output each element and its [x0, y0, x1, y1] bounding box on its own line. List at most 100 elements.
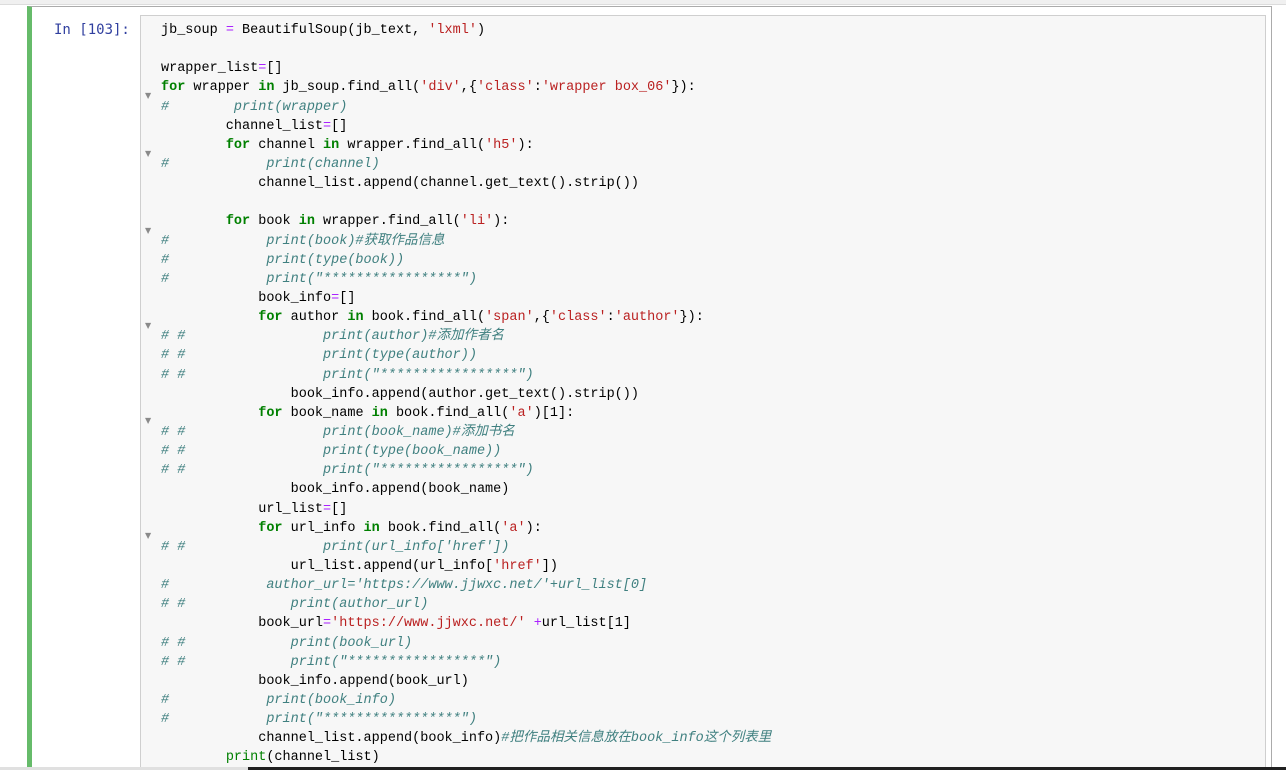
code-token: BeautifulSoup(jb_text, [233, 23, 429, 38]
code-token: = [323, 501, 332, 517]
code-line[interactable] [161, 193, 771, 212]
code-line[interactable]: for book_name in book.find_all('a')[1]: [161, 404, 771, 423]
code-line[interactable]: # # print("*****************") [161, 366, 771, 385]
code-token: url_list[1] [541, 616, 631, 632]
code-cell[interactable]: In [103]: ▼ ▼ ▼ ▼ ▼ ▼ jb_soup = Beautifu… [27, 6, 1272, 770]
code-line[interactable]: for wrapper in jb_soup.find_all('div',{'… [161, 78, 771, 97]
code-line[interactable]: # # print("*****************") [161, 461, 771, 480]
code-token: wrapper.find_all( [339, 137, 486, 153]
code-token: url_list [161, 501, 324, 517]
code-token: for [161, 80, 186, 96]
code-line[interactable]: for channel in wrapper.find_all('h5'): [161, 136, 771, 155]
code-line[interactable]: jb_soup = BeautifulSoup(jb_text, 'lxml') [161, 21, 771, 40]
code-line[interactable]: # # print(book_url) [161, 634, 771, 653]
code-line[interactable]: book_info=[] [161, 289, 771, 308]
code-token: 'author' [614, 310, 680, 326]
code-token: [] [331, 501, 348, 517]
code-token: for [225, 214, 251, 230]
code-line[interactable] [161, 40, 771, 59]
code-line[interactable]: # print(channel) [161, 155, 771, 174]
code-token: 'lxml' [428, 23, 477, 38]
code-token: )[1]: [533, 405, 575, 421]
code-line[interactable]: channel_list=[] [161, 117, 771, 136]
code-line[interactable]: # # print(url_info['href']) [161, 538, 771, 557]
fold-toggle-icon[interactable]: ▼ [145, 226, 151, 235]
code-token: jb_soup [161, 23, 226, 38]
code-token: wrapper [185, 80, 259, 96]
code-line[interactable]: # # print(author)#添加作者名 [161, 327, 771, 346]
code-line[interactable]: channel_list.append(channel.get_text().s… [161, 174, 771, 193]
code-line[interactable]: # # print(type(book_name)) [161, 442, 771, 461]
code-line[interactable]: # # print(book_name)#添加书名 [161, 423, 771, 442]
code-token: # # print(url_info['href']) [161, 539, 510, 555]
code-line[interactable]: # print("*****************") [161, 710, 771, 729]
code-token: url_info [282, 520, 364, 536]
code-token: 'div' [420, 80, 461, 96]
code-token: }): [671, 80, 696, 96]
code-token: }): [679, 310, 704, 326]
code-token: = [225, 23, 234, 38]
code-token: channel_list.append(book_info) [161, 731, 502, 747]
code-line[interactable]: book_info.append(book_name) [161, 480, 771, 499]
code-token: book.find_all( [387, 405, 510, 421]
code-token: # print(book_info) [161, 692, 396, 708]
code-token: book_info [161, 290, 332, 306]
code-token: 'a' [509, 405, 534, 421]
code-token: # # print(type(book_name)) [161, 444, 502, 460]
fold-toggle-icon[interactable]: ▼ [145, 416, 151, 425]
code-token: in [371, 405, 388, 421]
code-line[interactable]: # print("*****************") [161, 270, 771, 289]
code-content[interactable]: jb_soup = BeautifulSoup(jb_text, 'lxml')… [161, 21, 771, 767]
code-line[interactable]: for book in wrapper.find_all('li'): [161, 212, 771, 231]
code-token: for [258, 520, 283, 536]
code-line[interactable]: for url_info in book.find_all('a'): [161, 519, 771, 538]
code-line[interactable]: # # print("*****************") [161, 653, 771, 672]
code-token: 'href' [493, 558, 542, 574]
code-token: book_info.append(author.get_text().strip… [161, 386, 639, 402]
code-line[interactable]: # # print(type(author)) [161, 346, 771, 365]
code-line[interactable]: # author_url='https://www.jjwxc.net/'+ur… [161, 576, 771, 595]
code-line[interactable]: # print(wrapper) [161, 98, 771, 117]
code-line[interactable]: for author in book.find_all('span',{'cla… [161, 308, 771, 327]
code-token: # print(wrapper) [161, 99, 348, 115]
code-line[interactable]: channel_list.append(book_info)#把作品相关信息放在… [161, 729, 771, 748]
code-token: in [347, 310, 364, 326]
code-line[interactable]: # print(type(book)) [161, 251, 771, 270]
code-token: book.find_all( [379, 520, 502, 536]
code-token: in [298, 214, 315, 230]
code-token: # # print(author)#添加作者名 [161, 329, 504, 345]
code-token: = [323, 118, 332, 134]
code-token: wrapper.find_all( [314, 214, 461, 230]
code-token: # print(type(book)) [161, 252, 405, 268]
code-line[interactable]: url_list.append(url_info['href']) [161, 557, 771, 576]
code-token: 'class' [549, 310, 607, 326]
code-editor[interactable]: ▼ ▼ ▼ ▼ ▼ ▼ jb_soup = BeautifulSoup(jb_t… [140, 15, 1266, 770]
code-line[interactable]: # print(book)#获取作品信息 [161, 232, 771, 251]
code-line[interactable]: wrapper_list=[] [161, 59, 771, 78]
fold-toggle-icon[interactable]: ▼ [145, 149, 151, 158]
fold-toggle-icon[interactable]: ▼ [145, 91, 151, 100]
code-token: ): [493, 214, 510, 230]
code-token: in [323, 137, 340, 153]
input-prompt: In [103]: [54, 22, 130, 38]
code-line[interactable]: book_info.append(author.get_text().strip… [161, 385, 771, 404]
code-token: book_name [282, 405, 372, 421]
code-token: : [606, 310, 615, 326]
code-token: # # print(book_name)#添加书名 [161, 424, 515, 440]
fold-toggle-icon[interactable]: ▼ [145, 321, 151, 330]
code-token: ,{ [533, 310, 550, 326]
code-token: for [258, 310, 283, 326]
code-line[interactable]: # # print(author_url) [161, 595, 771, 614]
fold-toggle-icon[interactable]: ▼ [145, 531, 151, 540]
code-token: # author_url='https://www.jjwxc.net/'+ur… [161, 578, 648, 594]
code-token: book.find_all( [363, 310, 486, 326]
code-line[interactable]: print(channel_list) [161, 748, 771, 767]
code-line[interactable]: book_url='https://www.jjwxc.net/' +url_l… [161, 614, 771, 633]
code-line[interactable]: # print(book_info) [161, 691, 771, 710]
code-line[interactable]: book_info.append(book_url) [161, 672, 771, 691]
code-token: in [363, 520, 380, 536]
code-line[interactable]: url_list=[] [161, 500, 771, 519]
